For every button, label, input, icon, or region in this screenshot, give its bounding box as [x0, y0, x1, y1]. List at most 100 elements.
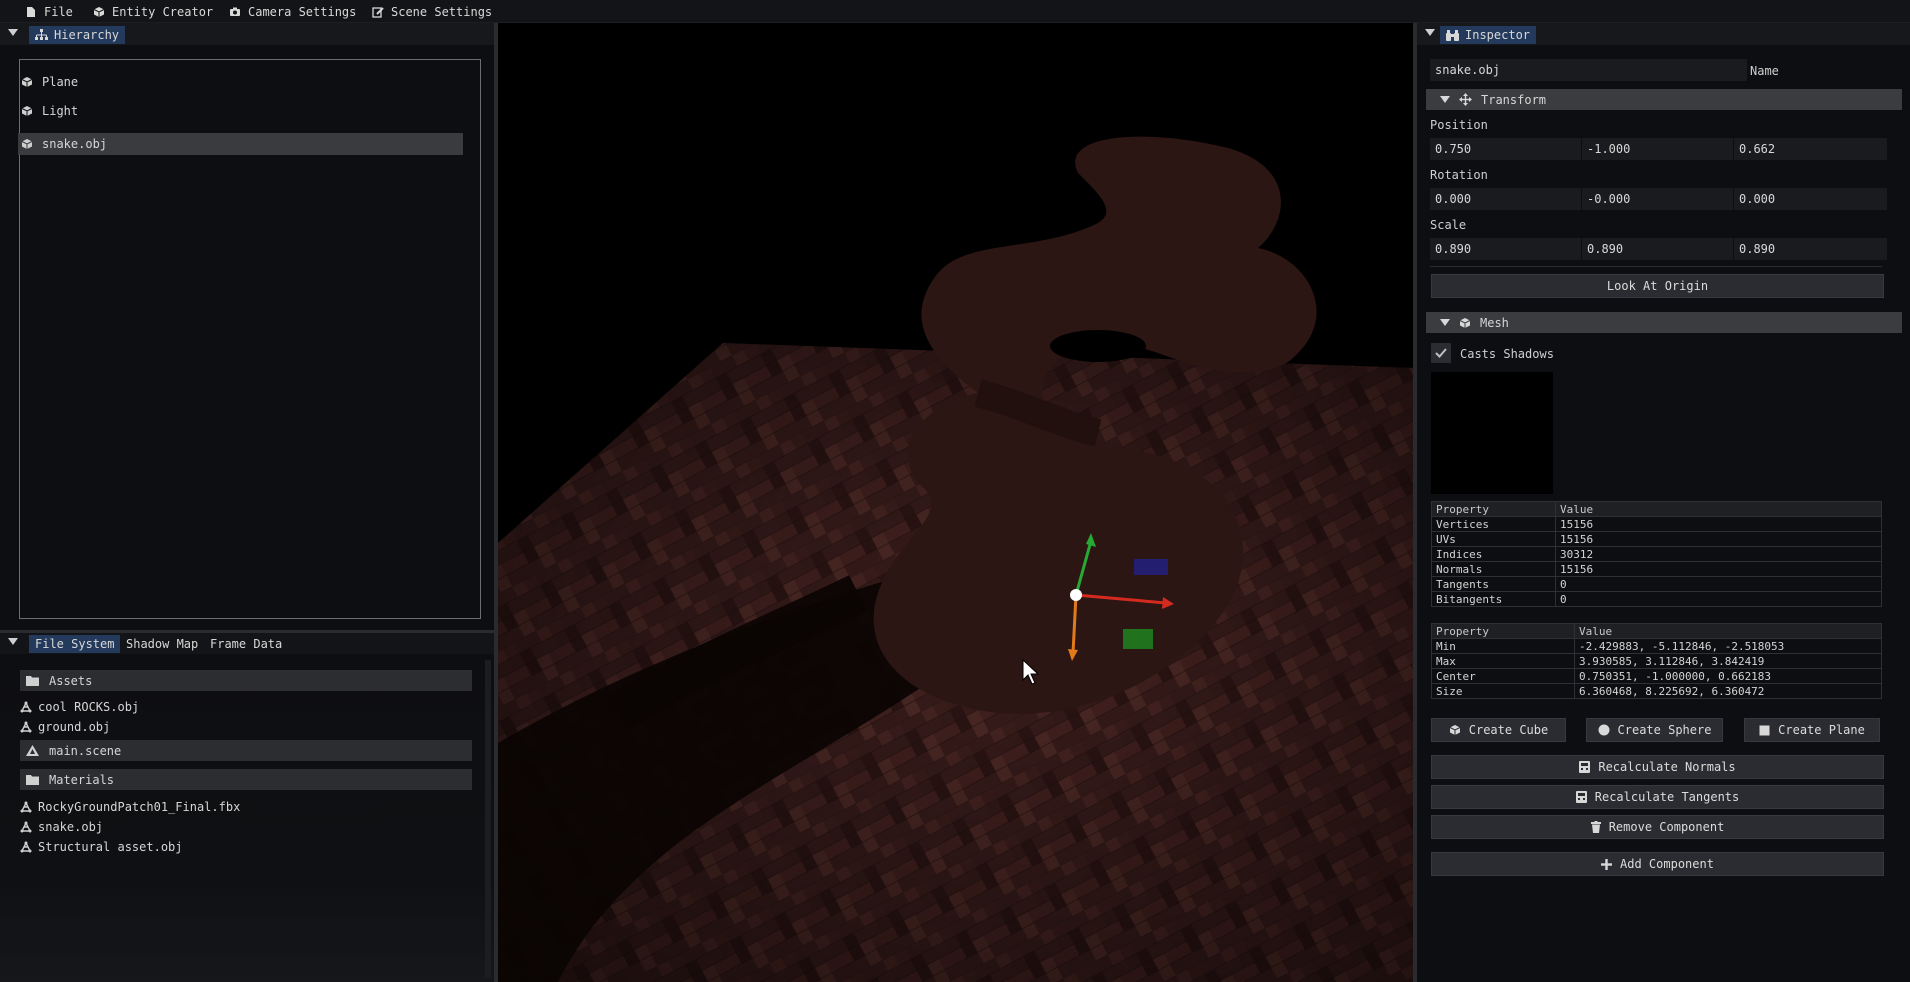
table-cell: Min — [1431, 638, 1575, 654]
rotation-y-field[interactable]: -0.000 — [1582, 188, 1733, 210]
scene-file-main[interactable]: main.scene — [20, 740, 472, 761]
menu-scene-settings-label: Scene Settings — [391, 5, 493, 19]
tab-hierarchy-label: Hierarchy — [54, 28, 120, 42]
rotation-z-field[interactable]: 0.000 — [1734, 188, 1887, 210]
table-cell: 30312 — [1555, 546, 1882, 562]
remove-component-label: Remove Component — [1608, 820, 1725, 834]
mesh-stats-table: Property Value Vertices 15156 UVs 15156 In… — [1431, 501, 1882, 607]
mesh-icon — [20, 821, 32, 833]
gizmo-center[interactable] — [1070, 589, 1082, 601]
file-item-label: snake.obj — [38, 820, 104, 834]
tab-shadow-map[interactable]: Shadow Map — [120, 635, 204, 653]
transform-header[interactable]: Transform — [1426, 89, 1902, 110]
folder-assets-label: Assets — [49, 673, 93, 688]
tab-hierarchy[interactable]: Hierarchy — [29, 26, 126, 44]
collapse-arrow-icon[interactable] — [1425, 29, 1435, 36]
tab-frame-data[interactable]: Frame Data — [204, 635, 288, 653]
rotation-x-field[interactable]: 0.000 — [1430, 188, 1581, 210]
menu-entity-creator-label: Entity Creator — [112, 5, 214, 19]
mesh-icon — [20, 701, 32, 713]
create-plane-button[interactable]: Create Plane — [1744, 718, 1880, 742]
hierarchy-item-label: Plane — [42, 75, 79, 89]
gizmo-xz-plane[interactable] — [1123, 629, 1153, 649]
table-cell: 0 — [1555, 576, 1882, 592]
entity-name-field[interactable]: snake.obj — [1430, 59, 1747, 81]
horizontal-splitter[interactable] — [0, 630, 496, 633]
scale-z-field[interactable]: 0.890 — [1734, 238, 1887, 260]
tab-file-system[interactable]: File System — [29, 635, 121, 653]
mesh-header[interactable]: Mesh — [1426, 312, 1902, 333]
rotation-y-value: -0.000 — [1587, 192, 1631, 206]
table-cell: 6.360468, 8.225692, 6.360472 — [1574, 683, 1882, 699]
folder-assets[interactable]: Assets — [20, 670, 472, 691]
menu-scene-settings[interactable]: Scene Settings — [372, 3, 492, 21]
table-cell: Normals — [1431, 561, 1556, 577]
mesh-preview — [1431, 372, 1553, 494]
position-x-field[interactable]: 0.750 — [1430, 138, 1581, 160]
table-row: UVs 15156 — [1431, 531, 1882, 547]
scale-label: Scale — [1430, 218, 1467, 232]
file-system-panel: File System Shadow Map Frame Data Assets… — [0, 632, 496, 982]
hierarchy-item-label: snake.obj — [42, 137, 108, 151]
divider — [1430, 266, 1882, 267]
cube-icon — [1449, 725, 1460, 735]
plus-icon — [1601, 858, 1613, 870]
table-header-cell: Property — [1431, 501, 1556, 517]
menu-camera-settings[interactable]: Camera Settings — [229, 3, 356, 21]
recalculate-tangents-label: Recalculate Tangents — [1594, 790, 1740, 804]
table-row: Vertices 15156 — [1431, 516, 1882, 532]
table-cell: UVs — [1431, 531, 1556, 547]
create-sphere-button[interactable]: Create Sphere — [1586, 718, 1723, 742]
hierarchy-item-snake[interactable]: snake.obj — [18, 133, 463, 155]
menu-entity-creator[interactable]: Entity Creator — [93, 3, 213, 21]
scale-y-field[interactable]: 0.890 — [1582, 238, 1733, 260]
create-cube-button[interactable]: Create Cube — [1431, 718, 1566, 742]
table-row: Max 3.930585, 3.112846, 3.842419 — [1431, 653, 1882, 669]
gizmo-xy-plane[interactable] — [1134, 559, 1168, 575]
position-label: Position — [1430, 118, 1488, 132]
tab-inspector[interactable]: Inspector — [1440, 26, 1537, 44]
menu-bar: File Entity Creator Camera Settings Scen… — [0, 0, 1910, 23]
menu-file[interactable]: File — [25, 3, 73, 21]
look-at-origin-button[interactable]: Look At Origin — [1431, 274, 1884, 298]
collapse-arrow-icon[interactable] — [8, 29, 18, 36]
file-item[interactable]: RockyGroundPatch01_Final.fbx — [20, 798, 240, 816]
scale-y-value: 0.890 — [1587, 242, 1624, 256]
hierarchy-icon — [35, 29, 48, 40]
create-sphere-label: Create Sphere — [1617, 723, 1712, 737]
mesh-bounds-table: Property Value Min -2.429883, -5.112846, … — [1431, 623, 1882, 699]
hierarchy-item-light[interactable]: Light — [18, 100, 463, 122]
file-item[interactable]: cool ROCKS.obj — [20, 698, 139, 716]
file-item[interactable]: Structural asset.obj — [20, 838, 183, 856]
table-header-row: Property Value — [1431, 623, 1882, 639]
mesh-icon — [20, 841, 32, 853]
scene-viewport[interactable] — [498, 23, 1413, 982]
scrollbar[interactable] — [485, 660, 491, 978]
table-row: Bitangents 0 — [1431, 591, 1882, 607]
recalculate-tangents-button[interactable]: Recalculate Tangents — [1431, 785, 1884, 809]
remove-component-button[interactable]: Remove Component — [1431, 815, 1884, 839]
look-at-origin-label: Look At Origin — [1606, 279, 1709, 293]
file-item[interactable]: snake.obj — [20, 818, 103, 836]
scene-render — [498, 136, 1413, 982]
file-item[interactable]: ground.obj — [20, 718, 110, 736]
file-item-label: cool ROCKS.obj — [38, 700, 140, 714]
name-label: Name — [1750, 64, 1779, 78]
hierarchy-tabbar: Hierarchy — [0, 23, 496, 45]
position-y-field[interactable]: -1.000 — [1582, 138, 1733, 160]
scale-x-field[interactable]: 0.890 — [1430, 238, 1581, 260]
chevron-down-icon — [1440, 96, 1450, 103]
casts-shadows-checkbox[interactable] — [1431, 343, 1451, 363]
cube-icon — [21, 77, 33, 87]
collapse-arrow-icon[interactable] — [8, 638, 18, 645]
cube-icon — [1459, 317, 1471, 328]
calculator-icon — [1575, 791, 1587, 803]
position-z-field[interactable]: 0.662 — [1734, 138, 1887, 160]
add-component-button[interactable]: Add Component — [1431, 852, 1884, 876]
folder-materials[interactable]: Materials — [20, 769, 472, 790]
recalculate-normals-button[interactable]: Recalculate Normals — [1431, 755, 1884, 779]
table-cell: 3.930585, 3.112846, 3.842419 — [1574, 653, 1882, 669]
table-header-cell: Value — [1574, 623, 1882, 639]
table-cell: Vertices — [1431, 516, 1556, 532]
hierarchy-item-plane[interactable]: Plane — [18, 71, 463, 93]
